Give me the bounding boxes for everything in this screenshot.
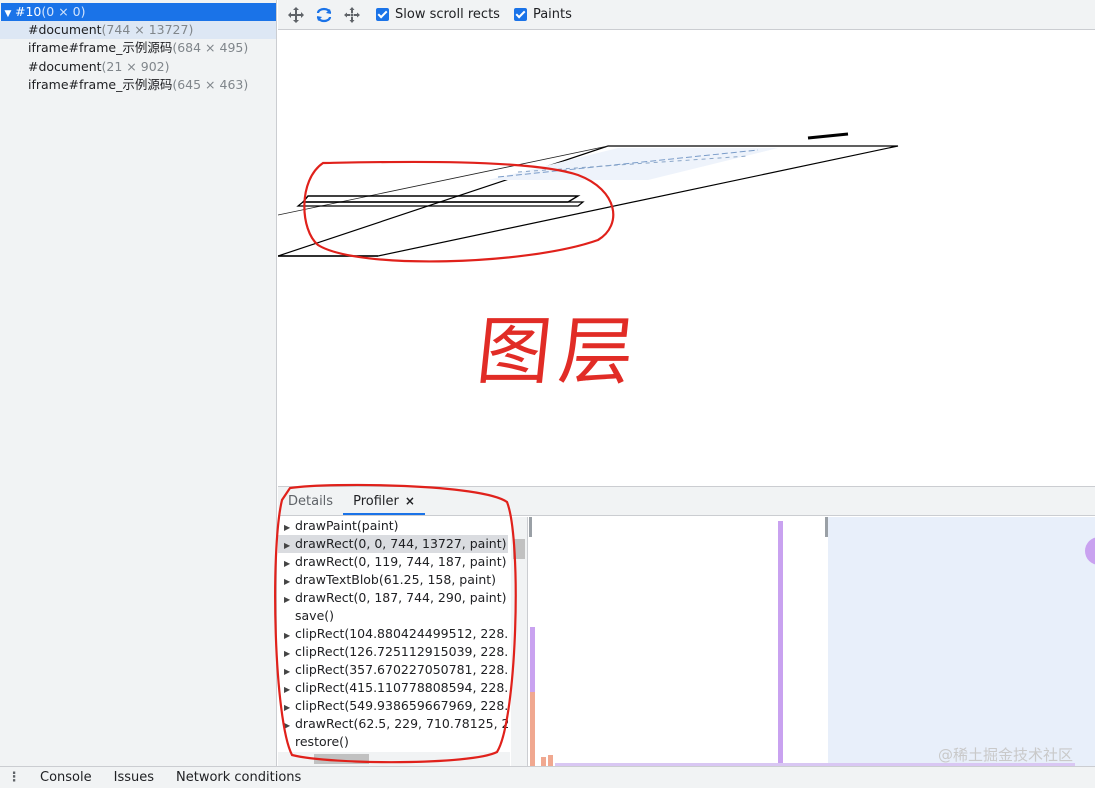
layer-tree-item[interactable]: #document(744 × 13727) <box>0 21 276 39</box>
layer-edge <box>807 132 849 140</box>
paints-checkbox[interactable]: Paints <box>513 7 572 22</box>
layer-3d-render <box>278 132 899 263</box>
layer-size: (744 × 13727) <box>101 22 194 37</box>
profiler-bar <box>530 692 535 766</box>
layer-tree: ▼ #10(0 × 0) #document(744 × 13727) ifram… <box>0 0 277 766</box>
checkbox-checked-icon[interactable] <box>376 8 389 21</box>
annotation-text: 图层 <box>472 309 646 395</box>
paint-profiler-timeline[interactable] <box>529 517 1095 766</box>
more-menu-icon[interactable]: ⋮ <box>0 770 28 785</box>
layer-tree-item[interactable]: #document(21 × 902) <box>0 58 276 76</box>
annotation-overlay <box>274 483 517 764</box>
layer-size: (0 × 0) <box>41 4 86 19</box>
profiler-bar <box>548 755 553 766</box>
layer-tree-item[interactable]: iframe#frame_示例源码(684 × 495) <box>0 39 276 57</box>
paints-label: Paints <box>532 7 572 22</box>
layer-size: (684 × 495) <box>172 40 249 55</box>
selection-handle-right[interactable] <box>825 517 828 537</box>
timeline-selection-outside <box>828 517 1095 766</box>
layer-name: #10 <box>15 4 42 19</box>
profiler-bar <box>541 757 546 766</box>
layer-name: iframe#frame_示例源码 <box>28 40 173 55</box>
drawer-tab-issues[interactable]: Issues <box>114 770 154 785</box>
slow-scroll-rects-checkbox[interactable]: Slow scroll rects <box>376 7 500 22</box>
layer-name: iframe#frame_示例源码 <box>28 77 173 92</box>
reset-view-icon[interactable] <box>342 5 362 25</box>
watermark: @稀土掘金技术社区 <box>937 746 1073 764</box>
layer-tree-root[interactable]: ▼ #10(0 × 0) <box>1 3 276 21</box>
drawer-toolbar: ⋮ Console Issues Network conditions <box>0 766 1095 788</box>
slow-scroll-rects-label: Slow scroll rects <box>395 7 500 22</box>
rotate-icon[interactable] <box>314 5 334 25</box>
layer-tree-item[interactable]: iframe#frame_示例源码(645 × 463) <box>0 76 276 94</box>
selection-handle-left[interactable] <box>529 517 532 537</box>
annotation-circle <box>274 483 517 764</box>
drawer-tab-console[interactable]: Console <box>40 770 92 785</box>
layer-size: (645 × 463) <box>172 77 249 92</box>
layer-name: #document <box>28 59 102 74</box>
profiler-chart <box>529 517 1095 766</box>
devtools-layers-panel: ▼ #10(0 × 0) #document(744 × 13727) ifram… <box>0 0 1095 788</box>
layers-3d-viewport[interactable]: 图层 <box>278 30 1095 486</box>
layer-size: (21 × 902) <box>101 59 170 74</box>
profiler-bar <box>778 521 783 766</box>
drawer-tab-network-conditions[interactable]: Network conditions <box>176 770 301 785</box>
layers-toolbar: Slow scroll rects Paints <box>278 0 1095 30</box>
layer-name: #document <box>28 22 102 37</box>
checkbox-checked-icon[interactable] <box>513 8 527 21</box>
expand-arrow-icon[interactable]: ▼ <box>1 5 15 21</box>
pan-icon[interactable] <box>286 5 306 25</box>
